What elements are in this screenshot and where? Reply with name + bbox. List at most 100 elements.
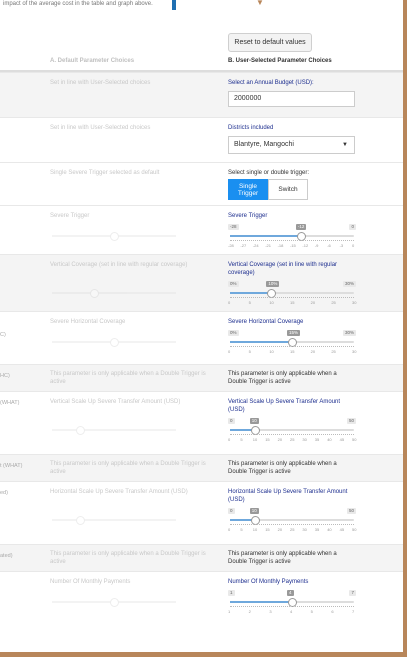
- severe-trigger-label: Severe Trigger: [228, 213, 268, 219]
- budget-cell: Select an Annual Budget (USD): 2000000: [228, 79, 356, 107]
- slider-tick-label: 30: [302, 437, 307, 442]
- table-row-horizontal-coverage: C) Severe Horizontal Coverage Severe Hor…: [0, 311, 403, 364]
- trigger-toggle: Single Trigger Switch: [228, 179, 356, 200]
- slider-tick-label: 35: [314, 527, 320, 532]
- slider-tick-label: 25: [290, 437, 295, 442]
- default-slider: [50, 508, 178, 534]
- horizontal-scale-slider[interactable]: 0 50 10 0 5 10 15 20 25 30 35 40 45 50: [228, 508, 356, 534]
- slider-tick-label: -9: [314, 243, 319, 248]
- slider-tick-label: -28: [228, 243, 234, 248]
- table-row-vertical-scale: (WHAT) Vertical Scale Up Severe Transfer…: [0, 391, 403, 454]
- slider-tick-label: 0: [228, 527, 231, 532]
- slider-tick-label: 15: [290, 349, 295, 354]
- districts-cell: Districts included Blantyre, Mangochi ▼: [228, 124, 356, 154]
- trigger-cell: Select single or double trigger: Single …: [228, 169, 356, 200]
- slider-tick-label: 30: [352, 300, 357, 305]
- default-slider: [50, 224, 178, 250]
- param-name: ed): [0, 490, 8, 496]
- budget-input[interactable]: 2000000: [228, 91, 355, 107]
- slider-tick-label: -6: [327, 243, 331, 248]
- slider-current-value: 10%: [266, 281, 280, 287]
- horizontal-scale-cell: Horizontal Scale Up Severe Transfer Amou…: [228, 488, 356, 534]
- header-default-choices: A. Default Parameter Choices: [50, 58, 135, 64]
- slider-tick-label: 15: [265, 527, 270, 532]
- districts-select[interactable]: Blantyre, Mangochi ▼: [228, 136, 355, 154]
- top-strip: impact of the average cost in the table …: [0, 0, 403, 18]
- slider-tick-label: -12: [302, 243, 309, 248]
- horizontal-coverage-slider[interactable]: 0% 30% 15% 0 5 10 15 20 25 30: [228, 330, 356, 356]
- default-desc: Set in line with User-Selected choices: [50, 80, 151, 86]
- slider-tick-label: 0: [228, 300, 231, 305]
- slider-max-value: 50: [346, 508, 356, 514]
- slider-fill: [230, 341, 292, 343]
- default-slider: [50, 590, 178, 616]
- default-desc: This parameter is only applicable when a…: [50, 371, 206, 385]
- default-desc: Vertical Scale Up Severe Transfer Amount…: [50, 399, 181, 405]
- slider-min-value: 1: [228, 590, 235, 596]
- double-note-cell: This parameter is only applicable when a…: [228, 460, 356, 476]
- table-row-monthly-payments: Number Of Monthly Payments Number Of Mon…: [0, 571, 403, 620]
- slider-tick-label: 25: [331, 349, 336, 354]
- param-name: HC): [0, 373, 10, 379]
- slider-tick-label: 7: [352, 609, 355, 614]
- severe-trigger-slider[interactable]: -28 0 -12 -28 -27 -24 -21 -18 -15 -12 -9 -6 -3 0: [228, 224, 356, 250]
- caret-down-icon: ▼: [342, 142, 348, 148]
- table-row-horizontal-scale: ed) Horizontal Scale Up Severe Transfer …: [0, 481, 403, 544]
- vertical-scale-label: Vertical Scale Up Severe Transfer Amount…: [228, 399, 341, 413]
- param-name: ated): [0, 553, 13, 559]
- slider-max-value: 30%: [342, 330, 356, 336]
- slider-tick-label: 5: [248, 349, 251, 354]
- pointer-arrow-icon: ▼: [256, 0, 264, 7]
- trigger-label: Select single or double trigger:: [228, 170, 310, 176]
- slider-tick-label: 40: [327, 527, 332, 532]
- intro-text: impact of the average cost in the table …: [3, 1, 153, 7]
- slider-tick-label: 5: [248, 300, 251, 305]
- slider-tick-label: 10: [269, 300, 274, 305]
- single-trigger-button[interactable]: Single Trigger: [228, 179, 268, 200]
- top-marker: [172, 0, 176, 10]
- double-note-cell: This parameter is only applicable when a…: [228, 550, 356, 566]
- slider-tick-label: 5: [240, 437, 243, 442]
- slider-tick-label: 10: [269, 349, 274, 354]
- slider-tick-label: 4: [290, 609, 293, 614]
- slider-max-value: 30%: [342, 281, 356, 287]
- default-desc: This parameter is only applicable when a…: [50, 461, 206, 475]
- parameter-table: A. Default Parameter Choices B. User-Sel…: [0, 54, 403, 620]
- slider-fill: [230, 601, 292, 603]
- vertical-scale-cell: Vertical Scale Up Severe Transfer Amount…: [228, 398, 356, 444]
- slider-tick-label: 40: [327, 437, 332, 442]
- slider-max-value: 50: [346, 418, 356, 424]
- slider-max-value: 7: [349, 590, 356, 596]
- severe-trigger-cell: Severe Trigger -28 0 -12 -28 -27 -24 -21 -18 -15…: [228, 212, 356, 250]
- slider-min-value: -28: [228, 224, 239, 230]
- slider-tick-label: 20: [277, 527, 283, 532]
- param-name: t (WHAT): [0, 463, 23, 469]
- slider-tick-label: 10: [252, 527, 258, 532]
- param-name: C): [0, 332, 6, 338]
- reset-defaults-button[interactable]: Reset to default values: [228, 33, 312, 52]
- slider-tick-label: 50: [352, 527, 357, 532]
- double-note: This parameter is only applicable when a…: [228, 371, 337, 385]
- app-frame: impact of the average cost in the table …: [0, 0, 407, 652]
- vertical-coverage-cell: Vertical Coverage (set in line with regu…: [228, 261, 356, 307]
- vertical-coverage-slider[interactable]: 0% 30% 10% 0 5 10 15 20 25 30: [228, 281, 356, 307]
- header-user-choices: B. User-Selected Parameter Choices: [228, 58, 332, 64]
- default-desc: Severe Trigger: [50, 213, 90, 219]
- slider-tick-label: 15: [265, 437, 270, 442]
- horizontal-coverage-label: Severe Horizontal Coverage: [228, 319, 304, 325]
- table-row-budget: Set in line with User-Selected choices S…: [0, 72, 403, 117]
- switch-button[interactable]: Switch: [268, 179, 308, 200]
- table-row-trigger: Single Severe Trigger selected as defaul…: [0, 162, 403, 205]
- horizontal-scale-label: Horizontal Scale Up Severe Transfer Amou…: [228, 489, 348, 503]
- slider-tick-label: 10: [252, 437, 258, 442]
- slider-max-value: 0: [349, 224, 356, 230]
- monthly-payments-slider[interactable]: 1 7 4 1 2 3 4 5 6 7: [228, 590, 356, 616]
- vertical-scale-slider[interactable]: 0 50 10 0 5 10 15 20 25 30 35 40 45 50: [228, 418, 356, 444]
- double-note-cell: This parameter is only applicable when a…: [228, 370, 356, 386]
- slider-fill: [230, 235, 301, 237]
- slider-min-value: 0%: [228, 330, 239, 336]
- slider-current-value: 4: [287, 590, 294, 596]
- slider-tick-label: 1: [228, 609, 231, 614]
- slider-min-value: 0: [228, 418, 235, 424]
- default-slider: [50, 281, 178, 307]
